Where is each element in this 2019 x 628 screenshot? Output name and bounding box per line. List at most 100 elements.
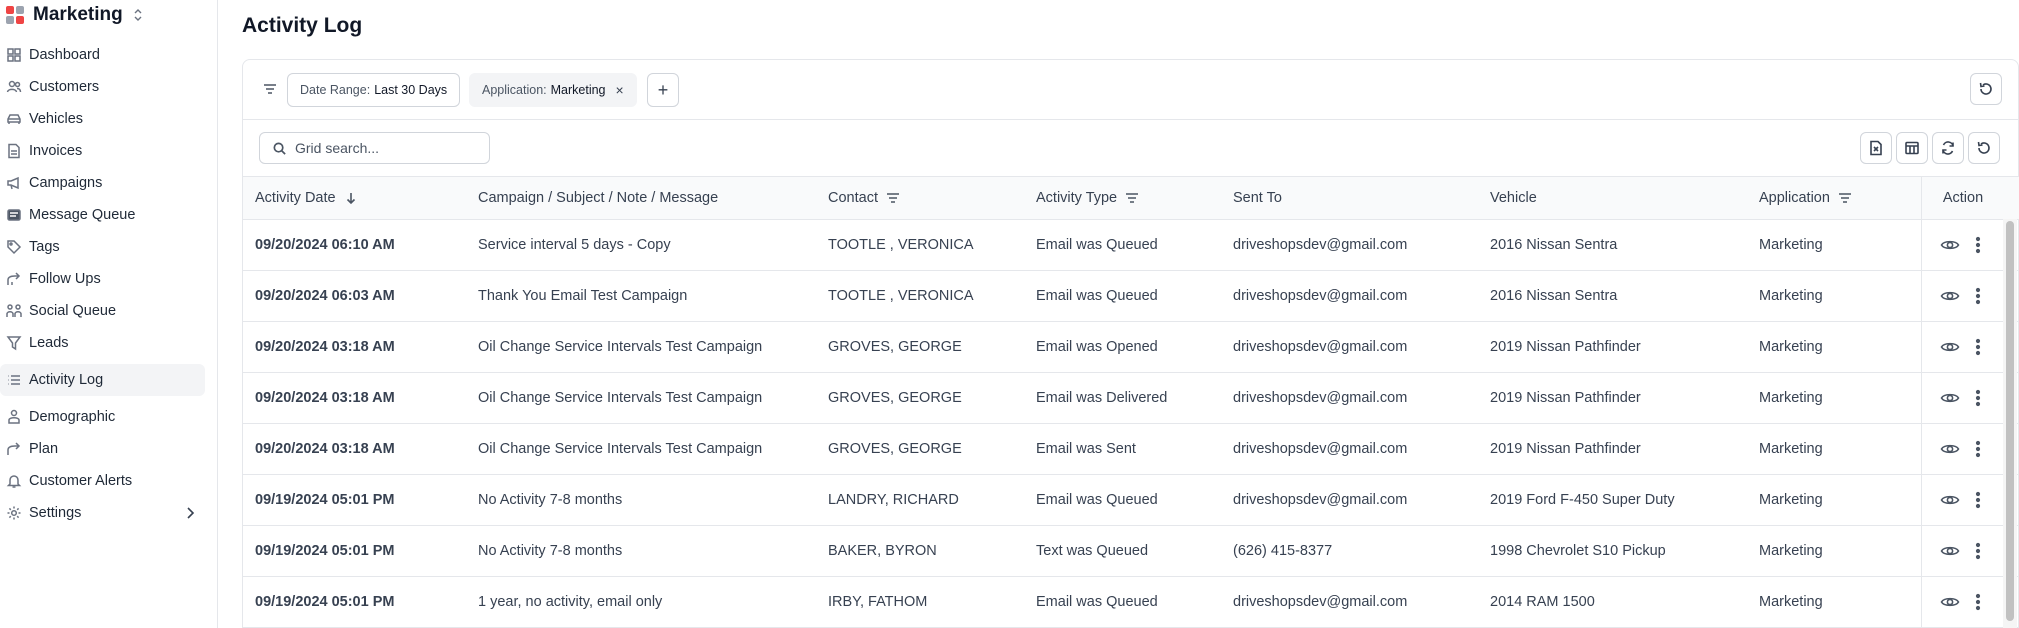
cell-vehicle: 2014 RAM 1500: [1490, 594, 1595, 610]
reset-icon: [1979, 82, 1992, 95]
more-options-icon[interactable]: [1968, 541, 1988, 561]
column-chooser-button[interactable]: [1896, 132, 1928, 164]
sidebar-item-message-queue[interactable]: Message Queue: [0, 199, 205, 231]
cell-contact: TOOTLE , VERONICA: [828, 288, 974, 304]
more-options-icon[interactable]: [1968, 439, 1988, 459]
cell-application: Marketing: [1759, 543, 1823, 559]
page-title: Activity Log: [242, 14, 363, 37]
sidebar-item-settings[interactable]: Settings: [0, 497, 205, 529]
table-row[interactable]: 09/20/2024 03:18 AM Oil Change Service In…: [243, 373, 2019, 424]
add-filter-button[interactable]: +: [647, 73, 679, 107]
follow-up-icon: [5, 270, 23, 288]
column-header-application[interactable]: Application: [1759, 177, 1852, 219]
sidebar-item-campaigns[interactable]: Campaigns: [0, 167, 205, 199]
filter-lines-icon[interactable]: [261, 80, 279, 98]
column-header-activity-type[interactable]: Activity Type: [1036, 177, 1139, 219]
cell-vehicle: 2019 Nissan Pathfinder: [1490, 339, 1641, 355]
sidebar-item-label: Activity Log: [29, 372, 104, 388]
reset-filters-button[interactable]: [1970, 73, 2002, 105]
search-input[interactable]: [295, 140, 475, 156]
sidebar-item-label: Customers: [29, 79, 100, 95]
action-cell: [1921, 577, 2004, 627]
more-options-icon[interactable]: [1968, 337, 1988, 357]
sidebar-item-label: Settings: [29, 505, 82, 521]
view-eye-icon[interactable]: [1940, 388, 1960, 408]
column-header-activity-date[interactable]: Activity Date: [255, 177, 358, 219]
sidebar-item-label: Vehicles: [29, 111, 84, 127]
sort-descending-icon[interactable]: [344, 191, 358, 205]
more-options-icon[interactable]: [1968, 388, 1988, 408]
column-header-contact[interactable]: Contact: [828, 177, 900, 219]
remove-filter-icon[interactable]: ×: [616, 82, 624, 98]
cell-activity-type: Email was Queued: [1036, 492, 1158, 508]
vertical-scrollbar[interactable]: [2003, 219, 2017, 628]
column-filter-icon[interactable]: [1838, 191, 1852, 205]
reset-icon: [1977, 141, 1990, 154]
column-header-sent-to[interactable]: Sent To: [1233, 177, 1282, 219]
cell-activity-date: 09/20/2024 03:18 AM: [255, 390, 395, 406]
table-row[interactable]: 09/20/2024 06:10 AM Service interval 5 da…: [243, 220, 2019, 271]
cell-campaign: Service interval 5 days - Copy: [478, 237, 671, 253]
view-eye-icon[interactable]: [1940, 286, 1960, 306]
date-range-filter-chip[interactable]: Date Range: Last 30 Days: [287, 73, 461, 107]
view-eye-icon[interactable]: [1940, 337, 1960, 357]
sidebar-item-customer-alerts[interactable]: Customer Alerts: [0, 465, 205, 497]
tag-icon: [5, 238, 23, 256]
view-eye-icon[interactable]: [1940, 439, 1960, 459]
view-eye-icon[interactable]: [1940, 490, 1960, 510]
sidebar-item-activity-log[interactable]: Activity Log: [0, 364, 205, 396]
sidebar-item-label: Leads: [29, 335, 69, 351]
sidebar-item-follow-ups[interactable]: Follow Ups: [0, 263, 205, 295]
view-eye-icon[interactable]: [1940, 592, 1960, 612]
sidebar-item-customers[interactable]: Customers: [0, 71, 205, 103]
column-header-vehicle[interactable]: Vehicle: [1490, 177, 1537, 219]
action-cell: [1921, 271, 2004, 321]
more-options-icon[interactable]: [1968, 490, 1988, 510]
view-eye-icon[interactable]: [1940, 541, 1960, 561]
sidebar-item-dashboard[interactable]: Dashboard: [0, 39, 205, 71]
sidebar-item-social-queue[interactable]: Social Queue: [0, 295, 205, 327]
table-row[interactable]: 09/19/2024 05:01 PM No Activity 7-8 month…: [243, 475, 2019, 526]
cell-vehicle: 1998 Chevrolet S10 Pickup: [1490, 543, 1666, 559]
table-row[interactable]: 09/20/2024 03:18 AM Oil Change Service In…: [243, 424, 2019, 475]
action-cell: [1921, 373, 2004, 423]
column-filter-icon[interactable]: [886, 191, 900, 205]
more-options-icon[interactable]: [1968, 286, 1988, 306]
sidebar-item-tags[interactable]: Tags: [0, 231, 205, 263]
table-row[interactable]: 09/19/2024 05:01 PM 1 year, no activity, …: [243, 577, 2019, 628]
cell-sent-to: driveshopsdev@gmail.com: [1233, 390, 1408, 406]
cell-activity-date: 09/19/2024 05:01 PM: [255, 543, 395, 559]
more-options-icon[interactable]: [1968, 592, 1988, 612]
cell-campaign: Oil Change Service Intervals Test Campai…: [478, 441, 763, 457]
cell-contact: GROVES, GEORGE: [828, 339, 962, 355]
column-header-campaign[interactable]: Campaign / Subject / Note / Message: [478, 177, 718, 219]
megaphone-icon: [5, 174, 23, 192]
sidebar-item-invoices[interactable]: Invoices: [0, 135, 205, 167]
sidebar-item-label: Customer Alerts: [29, 473, 133, 489]
cell-sent-to: driveshopsdev@gmail.com: [1233, 237, 1408, 253]
cell-activity-type: Text was Queued: [1036, 543, 1149, 559]
application-filter-chip[interactable]: Application: Marketing ×: [469, 73, 637, 107]
export-excel-button[interactable]: [1860, 132, 1892, 164]
sidebar-item-leads[interactable]: Leads: [0, 327, 205, 359]
cell-sent-to: driveshopsdev@gmail.com: [1233, 492, 1408, 508]
app-switcher[interactable]: Marketing: [6, 4, 143, 26]
table-row[interactable]: 09/19/2024 05:01 PM No Activity 7-8 month…: [243, 526, 2019, 577]
sidebar-item-plan[interactable]: Plan: [0, 433, 205, 465]
view-eye-icon[interactable]: [1940, 235, 1960, 255]
scrollbar-thumb[interactable]: [2006, 221, 2014, 621]
cell-application: Marketing: [1759, 288, 1823, 304]
sidebar-item-vehicles[interactable]: Vehicles: [0, 103, 205, 135]
more-options-icon[interactable]: [1968, 235, 1988, 255]
filter-bar: Date Range: Last 30 Days Application: Ma…: [243, 60, 2018, 120]
table-row[interactable]: 09/20/2024 06:03 AM Thank You Email Test …: [243, 271, 2019, 322]
table-row[interactable]: 09/20/2024 03:18 AM Oil Change Service In…: [243, 322, 2019, 373]
refresh-button[interactable]: [1932, 132, 1964, 164]
grid-search[interactable]: [259, 132, 490, 164]
cell-activity-type: Email was Queued: [1036, 594, 1158, 610]
column-filter-icon[interactable]: [1125, 191, 1139, 205]
reset-grid-button[interactable]: [1968, 132, 2000, 164]
sidebar-item-demographic[interactable]: Demographic: [0, 401, 205, 433]
cell-vehicle: 2016 Nissan Sentra: [1490, 237, 1618, 253]
sidebar-item-label: Social Queue: [29, 303, 117, 319]
